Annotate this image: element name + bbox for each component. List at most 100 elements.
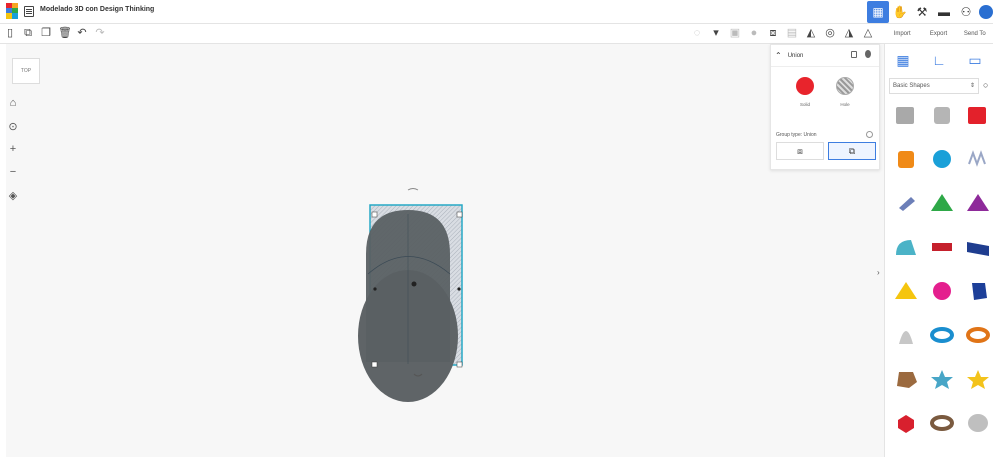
solid-option[interactable]: Solid: [796, 77, 814, 107]
torus-icon: [930, 327, 954, 343]
select-arrow-icon: ⇕: [969, 83, 975, 89]
group-icon[interactable]: ⧈: [767, 27, 779, 40]
shape-round-roof-icon[interactable]: [891, 236, 921, 258]
undo-icon[interactable]: ↶: [76, 27, 88, 40]
wedge-icon: [967, 242, 989, 256]
hole-label: Hole: [840, 102, 850, 107]
top-bar: Modelado 3D con Design Thinking ▦ ✋ ⚒ ▬ …: [0, 0, 993, 24]
tools-icon[interactable]: ⚒: [911, 1, 933, 23]
group-type-merge-button[interactable]: ⧉: [828, 142, 876, 160]
shape-star-icon[interactable]: [927, 368, 957, 390]
collapse-chevron-icon[interactable]: ⌃: [775, 51, 782, 60]
shape-box-icon[interactable]: [963, 104, 993, 126]
workplane-icon[interactable]: ◎: [824, 27, 836, 40]
cylinder-icon: [898, 151, 914, 168]
hand-icon[interactable]: ✋: [889, 1, 911, 23]
text-icon: [932, 243, 952, 251]
duplicate-icon[interactable]: ❐: [40, 27, 52, 40]
light-bulb-icon[interactable]: [865, 50, 871, 58]
shape-icosahedron-icon[interactable]: [891, 368, 921, 390]
resize-handle[interactable]: [371, 361, 378, 368]
shape-cylinder-hole-icon[interactable]: [927, 104, 957, 126]
lock-icon[interactable]: [851, 51, 857, 58]
notes-library-icon[interactable]: ▭: [965, 50, 985, 70]
light-icon[interactable]: ◌: [691, 27, 703, 40]
shape-cylinder-icon[interactable]: [891, 148, 921, 170]
shape-half-sphere-icon[interactable]: [927, 280, 957, 302]
send-to-button[interactable]: Send To: [957, 24, 993, 43]
grid-library-icon[interactable]: ▦: [893, 50, 913, 70]
design-title[interactable]: Modelado 3D con Design Thinking: [40, 6, 154, 13]
delete-icon[interactable]: 🗑: [58, 27, 72, 40]
align-icon[interactable]: ▤: [786, 27, 798, 40]
search-icon[interactable]: ○: [983, 80, 988, 90]
shape-roof-icon[interactable]: [927, 192, 957, 214]
export-button[interactable]: Export: [920, 24, 956, 43]
shape-heart-icon[interactable]: [891, 412, 921, 434]
panel-toggle-chevron-icon[interactable]: ›: [877, 268, 885, 286]
shape-text-shape-icon[interactable]: [891, 192, 921, 214]
ruler-icon[interactable]: ◮: [843, 27, 855, 40]
resize-handle[interactable]: [456, 211, 463, 218]
half-sphere-icon: [933, 282, 951, 300]
shape-ring-icon[interactable]: [927, 412, 957, 434]
shapes-panel: ▦ ∟ ▭ Basic Shapes ⇕ ○: [884, 44, 993, 457]
resize-handle[interactable]: [456, 361, 463, 368]
shape-scribble-icon[interactable]: [963, 148, 993, 170]
avatar[interactable]: [979, 5, 993, 19]
dropdown-icon[interactable]: ▾: [710, 27, 722, 40]
briefcase-icon[interactable]: ▬: [933, 1, 955, 23]
grid-view-icon[interactable]: ▦: [867, 1, 889, 23]
solid-label: Solid: [799, 102, 810, 107]
tinkercad-logo[interactable]: [6, 3, 18, 19]
round-roof-icon: [896, 240, 916, 255]
hole-icon[interactable]: ●: [748, 27, 760, 40]
shape-category-select[interactable]: Basic Shapes ⇕: [889, 78, 979, 94]
shape-polygon-icon[interactable]: [963, 280, 993, 302]
shape-wedge-icon[interactable]: [963, 236, 993, 258]
shape-sphere-icon[interactable]: [927, 148, 957, 170]
import-button[interactable]: Import: [884, 24, 920, 43]
sphere-icon: [933, 150, 951, 168]
group-type-union-button[interactable]: ⧈: [776, 142, 824, 160]
workplane[interactable]: TOP ⌂ ⊙ + − ◈: [6, 44, 884, 457]
rotate-handle[interactable]: [407, 188, 419, 191]
heart-icon: [898, 415, 914, 433]
shape-paraboloid-icon[interactable]: [891, 324, 921, 346]
polygon-icon: [972, 283, 987, 300]
icosahedron-icon: [897, 372, 917, 388]
shape-pyramid-icon[interactable]: [891, 280, 921, 302]
new-icon[interactable]: ▯: [4, 27, 16, 40]
resize-handle[interactable]: [371, 211, 378, 218]
box-icon: [968, 107, 986, 124]
tube-icon: [966, 327, 990, 343]
center-handle[interactable]: [411, 281, 417, 287]
add-user-icon[interactable]: ⚇: [955, 1, 977, 23]
note-icon[interactable]: ▣: [729, 27, 741, 40]
redo-icon[interactable]: ↷: [94, 27, 106, 40]
solid-swatch[interactable]: [796, 77, 814, 95]
shape-tube-icon[interactable]: [963, 324, 993, 346]
tinkercad-editor: Modelado 3D con Design Thinking ▦ ✋ ⚒ ▬ …: [0, 0, 993, 457]
roof-icon: [931, 194, 953, 211]
shape-text-icon[interactable]: [927, 236, 957, 258]
design-menu-icon[interactable]: [24, 6, 34, 17]
shape-cone-pyramid-icon[interactable]: [963, 192, 993, 214]
ruler-library-icon[interactable]: ∟: [929, 50, 949, 70]
pyramid-icon: [895, 282, 917, 299]
shape-star-yellow-icon[interactable]: [963, 368, 993, 390]
star-yellow-icon: [967, 370, 989, 389]
cruise-icon[interactable]: △: [862, 27, 874, 40]
shape-box-hole-icon[interactable]: [891, 104, 921, 126]
text-shape-icon: [899, 197, 915, 211]
hole-option[interactable]: Hole: [836, 77, 854, 107]
scribble-icon: [968, 150, 986, 167]
shape-torus-icon[interactable]: [927, 324, 957, 346]
inspector-title: Union: [787, 52, 804, 59]
mirror-icon[interactable]: ◭: [805, 27, 817, 40]
hole-swatch[interactable]: [836, 77, 854, 95]
scene-canvas[interactable]: [6, 44, 884, 457]
shape-ellipsoid-icon[interactable]: [963, 412, 993, 434]
help-icon[interactable]: [866, 131, 873, 138]
copy-icon[interactable]: ⧉: [22, 27, 34, 40]
